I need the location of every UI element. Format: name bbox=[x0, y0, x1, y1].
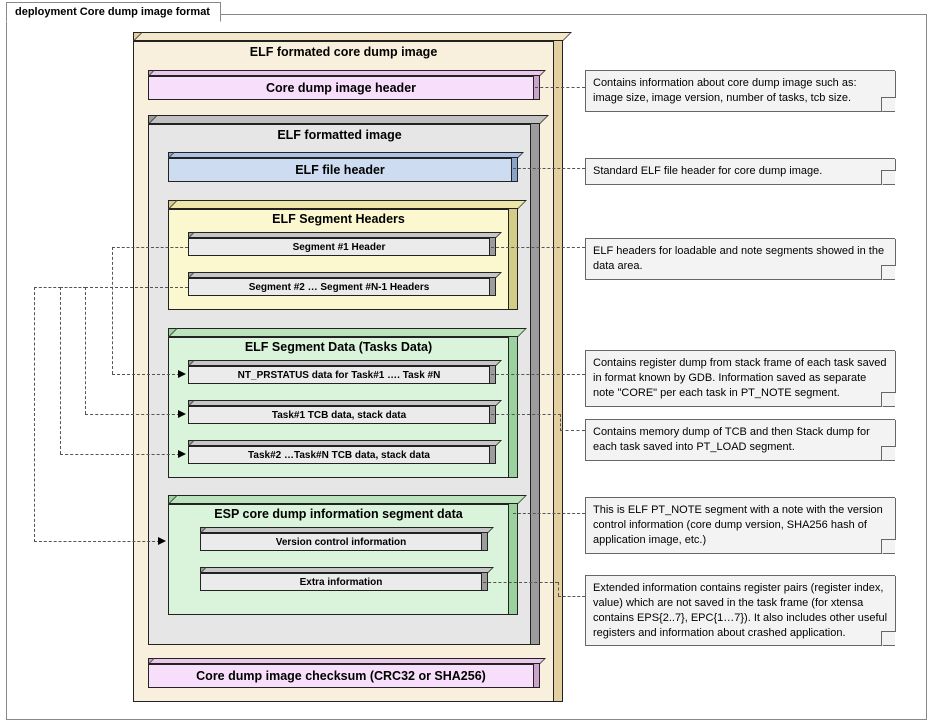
version-control-info-label: Version control information bbox=[200, 533, 482, 551]
esp-core-dump-info: ESP core dump information segment data bbox=[168, 495, 518, 615]
connector bbox=[560, 414, 561, 431]
note-extra: Extended information contains register p… bbox=[585, 575, 895, 646]
elf-formatted-image-title: ELF formatted image bbox=[148, 128, 531, 142]
esp-core-dump-info-title: ESP core dump information segment data bbox=[168, 507, 509, 521]
connector bbox=[60, 287, 86, 288]
arrowhead-icon bbox=[178, 450, 186, 458]
core-dump-checksum-label: Core dump image checksum (CRC32 or SHA25… bbox=[148, 664, 534, 688]
segment-1-header-label: Segment #1 Header bbox=[188, 238, 490, 256]
segment-n-headers-label: Segment #2 … Segment #N-1 Headers bbox=[188, 278, 490, 296]
connector bbox=[491, 414, 561, 415]
arrowhead-icon bbox=[158, 537, 166, 545]
nt-prstatus-data: NT_PRSTATUS data for Task#1 …. Task #N bbox=[188, 360, 496, 384]
note-prstatus: Contains register dump from stack frame … bbox=[585, 350, 895, 407]
elf-segment-headers-title: ELF Segment Headers bbox=[168, 212, 509, 226]
connector bbox=[513, 168, 585, 169]
task1-tcb-data: Task#1 TCB data, stack data bbox=[188, 400, 496, 424]
note-tcb: Contains memory dump of TCB and then Sta… bbox=[585, 419, 895, 461]
core-dump-checksum: Core dump image checksum (CRC32 or SHA25… bbox=[148, 658, 540, 688]
note-elf-header: Standard ELF file header for core dump i… bbox=[585, 158, 895, 185]
extra-information: Extra information bbox=[200, 567, 488, 591]
nt-prstatus-data-label: NT_PRSTATUS data for Task#1 …. Task #N bbox=[188, 366, 490, 384]
connector bbox=[34, 541, 160, 542]
connector bbox=[85, 287, 86, 414]
connector bbox=[560, 430, 585, 431]
connector bbox=[535, 87, 585, 88]
taskn-tcb-data-label: Task#2 …Task#N TCB data, stack data bbox=[188, 446, 490, 464]
connector bbox=[112, 247, 188, 248]
task1-tcb-data-label: Task#1 TCB data, stack data bbox=[188, 406, 490, 424]
connector bbox=[60, 454, 180, 455]
core-dump-image-header-label: Core dump image header bbox=[148, 76, 534, 100]
note-seg-headers: ELF headers for loadable and note segmen… bbox=[585, 238, 895, 280]
elf-file-header: ELF file header bbox=[168, 152, 518, 182]
connector bbox=[112, 247, 113, 374]
note-core-header: Contains information about core dump ima… bbox=[585, 70, 895, 112]
connector bbox=[558, 596, 585, 597]
segment-1-header: Segment #1 Header bbox=[188, 232, 496, 256]
diagram-tab: deployment Core dump image format bbox=[6, 2, 221, 22]
arrowhead-icon bbox=[178, 370, 186, 378]
connector bbox=[34, 287, 35, 542]
connector bbox=[34, 287, 61, 288]
extra-information-label: Extra information bbox=[200, 573, 482, 591]
outer-title: ELF formated core dump image bbox=[133, 45, 554, 59]
connector bbox=[85, 287, 188, 288]
elf-segment-data-title: ELF Segment Data (Tasks Data) bbox=[168, 340, 509, 354]
elf-file-header-label: ELF file header bbox=[168, 158, 512, 182]
connector bbox=[513, 513, 585, 514]
connector bbox=[112, 374, 180, 375]
version-control-info: Version control information bbox=[200, 527, 488, 551]
connector bbox=[60, 287, 61, 454]
connector bbox=[491, 374, 585, 375]
note-vc: This is ELF PT_NOTE segment with a note … bbox=[585, 497, 895, 554]
connector bbox=[558, 582, 559, 596]
taskn-tcb-data: Task#2 …Task#N TCB data, stack data bbox=[188, 440, 496, 464]
connector bbox=[491, 247, 585, 248]
segment-n-headers: Segment #2 … Segment #N-1 Headers bbox=[188, 272, 496, 296]
connector bbox=[483, 582, 558, 583]
arrowhead-icon bbox=[178, 410, 186, 418]
connector bbox=[85, 414, 180, 415]
core-dump-image-header: Core dump image header bbox=[148, 70, 540, 100]
